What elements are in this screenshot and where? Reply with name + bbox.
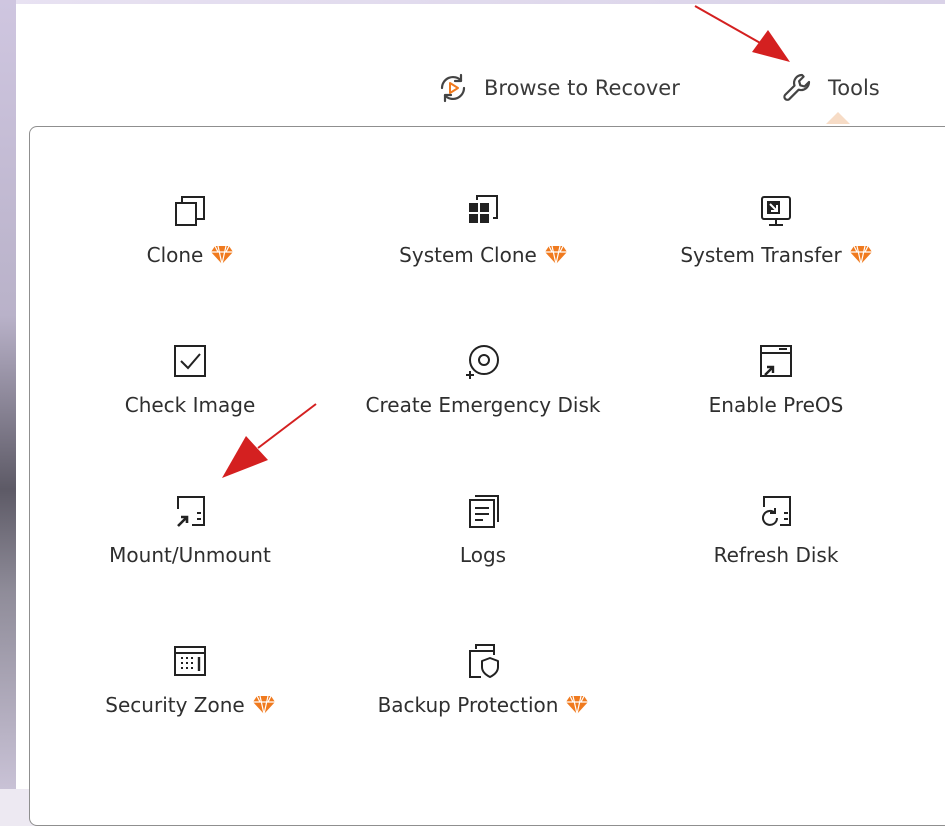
tool-label: Backup Protection (377, 693, 559, 717)
tool-refresh-disk[interactable]: Refresh Disk (626, 491, 926, 591)
tool-label: Clone (146, 243, 204, 267)
tool-label: System Transfer (680, 243, 842, 267)
logs-icon (463, 491, 503, 531)
tool-check-image[interactable]: Check Image (40, 341, 340, 441)
premium-gem-icon (566, 695, 589, 715)
tool-label: Security Zone (105, 693, 245, 717)
system-clone-icon (463, 191, 503, 231)
tools-button[interactable]: Tools (778, 68, 880, 108)
tool-label: Create Emergency Disk (365, 393, 601, 417)
premium-gem-icon (544, 245, 567, 265)
tool-label: System Clone (399, 243, 537, 267)
tool-security-zone[interactable]: Security Zone (40, 641, 340, 741)
tool-label: Logs (459, 543, 507, 567)
backup-protection-icon (463, 641, 503, 681)
browse-recover-icon (434, 69, 472, 107)
tool-mount-unmount[interactable]: Mount/Unmount (40, 491, 340, 591)
tool-label: Enable PreOS (708, 393, 844, 417)
refresh-disk-icon (756, 491, 796, 531)
tool-label: Mount/Unmount (109, 543, 271, 567)
tools-dropdown-caret (826, 112, 850, 124)
tools-panel: Clone System Clone System Transfer Check… (29, 126, 945, 826)
tool-label: Check Image (124, 393, 256, 417)
premium-gem-icon (849, 245, 872, 265)
mount-icon (170, 491, 210, 531)
premium-gem-icon (211, 245, 234, 265)
tool-enable-preos[interactable]: Enable PreOS (626, 341, 926, 441)
clone-icon (170, 191, 210, 231)
browse-to-recover-label: Browse to Recover (484, 76, 680, 100)
tool-create-emergency-disk[interactable]: Create Emergency Disk (333, 341, 633, 441)
wrench-icon (778, 69, 816, 107)
tool-logs[interactable]: Logs (333, 491, 633, 591)
browse-to-recover-button[interactable]: Browse to Recover (434, 68, 680, 108)
tool-system-clone[interactable]: System Clone (333, 191, 633, 291)
desktop-background-edge (0, 0, 16, 789)
tools-label: Tools (828, 76, 880, 100)
emergency-disk-icon (463, 341, 503, 381)
preos-icon (756, 341, 796, 381)
tool-system-transfer[interactable]: System Transfer (626, 191, 926, 291)
security-zone-icon (170, 641, 210, 681)
system-transfer-icon (756, 191, 796, 231)
tool-backup-protection[interactable]: Backup Protection (333, 641, 633, 741)
premium-gem-icon (252, 695, 275, 715)
tool-label: Refresh Disk (713, 543, 839, 567)
tool-clone[interactable]: Clone (40, 191, 340, 291)
check-image-icon (170, 341, 210, 381)
